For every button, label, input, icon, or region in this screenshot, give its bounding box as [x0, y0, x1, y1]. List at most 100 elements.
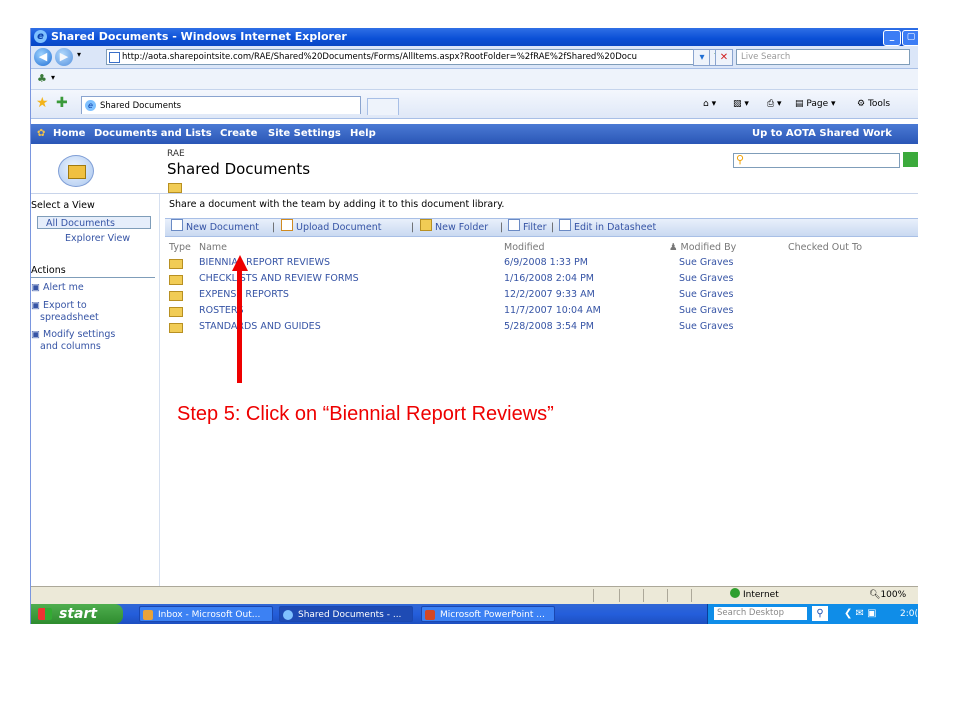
row-modified: 5/28/2008 3:54 PM	[504, 321, 595, 332]
search-go-button[interactable]	[903, 152, 918, 167]
table-row[interactable]: STANDARDS AND GUIDES 5/28/2008 3:54 PM Sue…	[169, 320, 918, 335]
maximize-button[interactable]: ▢	[902, 30, 918, 46]
tools-menu[interactable]: ⚙ Tools	[857, 97, 890, 111]
live-search-input[interactable]: Live Search	[736, 49, 910, 65]
nav-help[interactable]: Help	[350, 124, 376, 144]
action-modify[interactable]: ▣ Modify settings	[31, 329, 115, 340]
export-label-2[interactable]: spreadsheet	[40, 312, 99, 323]
table-row[interactable]: EXPENSE REPORTS 12/2/2007 9:33 AM Sue Grav…	[169, 288, 918, 303]
powerpoint-icon	[425, 610, 435, 620]
address-bar-row: ◀ ▶ ▾ http://aota.sharepointsite.com/RAE…	[31, 46, 918, 69]
row-modified-by[interactable]: Sue Graves	[679, 273, 733, 284]
upload-label: Upload Document	[296, 222, 382, 233]
new-folder-button[interactable]: New Folder	[420, 219, 488, 236]
task-shared-documents[interactable]: Shared Documents - ...	[279, 606, 413, 622]
row-modified: 1/16/2008 2:04 PM	[504, 273, 595, 284]
table-row[interactable]: CHECKLISTS AND REVIEW FORMS 1/16/2008 2:0…	[169, 272, 918, 287]
row-modified: 6/9/2008 1:33 PM	[504, 257, 588, 268]
new-document-icon	[171, 219, 183, 231]
row-modified-by[interactable]: Sue Graves	[679, 257, 733, 268]
table-row[interactable]: ROSTERS 11/7/2007 10:04 AM Sue Graves	[169, 304, 918, 319]
library-logo-icon	[58, 155, 94, 187]
filter-button[interactable]: Filter	[508, 219, 547, 236]
address-input[interactable]: http://aota.sharepointsite.com/RAE/Share…	[106, 49, 707, 65]
status-cell	[667, 589, 668, 602]
annotation-arrow-head	[232, 255, 248, 271]
column-modified-by[interactable]: ♟ Modified By	[669, 242, 736, 253]
page-title: Shared Documents	[167, 160, 311, 178]
browser-window: e Shared Documents - Windows Internet Ex…	[30, 28, 918, 624]
row-name[interactable]: EXPENSE REPORTS	[199, 289, 289, 300]
toolbar-separator: |	[272, 222, 276, 233]
task-inbox[interactable]: Inbox - Microsoft Out...	[139, 606, 273, 622]
row-name[interactable]: STANDARDS AND GUIDES	[199, 321, 321, 332]
new-document-button[interactable]: New Document	[171, 219, 259, 236]
select-view-heading: Select a View	[31, 200, 95, 211]
nav-home[interactable]: Home	[53, 124, 85, 144]
left-nav: Select a View All Documents Explorer Vie…	[31, 194, 160, 590]
column-name[interactable]: Name	[199, 242, 227, 253]
column-type[interactable]: Type	[169, 242, 191, 253]
zoom-level[interactable]: 🔍︎100%	[869, 587, 906, 604]
new-tab-button[interactable]	[367, 98, 399, 115]
start-button[interactable]: start	[31, 604, 123, 624]
row-modified-by[interactable]: Sue Graves	[679, 321, 733, 332]
desktop-search-input[interactable]: Search Desktop	[714, 607, 807, 620]
row-modified: 12/2/2007 9:33 AM	[504, 289, 595, 300]
folder-icon	[169, 275, 183, 285]
view-all-documents[interactable]: All Documents	[37, 216, 151, 229]
action-alert-me[interactable]: ▣ Alert me	[31, 282, 84, 293]
folder-icon	[169, 307, 183, 317]
row-name[interactable]: BIENNIAL REPORT REVIEWS	[199, 257, 330, 268]
edit-datasheet-button[interactable]: Edit in Datasheet	[559, 219, 656, 236]
address-url: http://aota.sharepointsite.com/RAE/Share…	[122, 52, 638, 62]
site-search-input[interactable]: ⚲	[733, 153, 900, 168]
home-icon[interactable]: ⌂ ▾	[703, 97, 716, 111]
globe-icon	[730, 588, 740, 598]
clock: 2:0(	[900, 609, 918, 619]
search-icon: ⚲	[736, 153, 745, 166]
feeds-icon[interactable]: ▧ ▾	[733, 97, 749, 111]
view-explorer[interactable]: Explorer View	[65, 233, 130, 244]
table-row[interactable]: BIENNIAL REPORT REVIEWS 6/9/2008 1:33 PM S…	[169, 256, 918, 271]
filter-label: Filter	[523, 222, 547, 233]
modify-label-2[interactable]: and columns	[40, 341, 101, 352]
row-modified-by[interactable]: Sue Graves	[679, 289, 733, 300]
tray-icons[interactable]: ❮ ✉ ▣	[844, 608, 877, 619]
favorites-star-icon[interactable]: ★	[36, 95, 49, 111]
nav-create[interactable]: Create	[220, 124, 257, 144]
nav-documents-and-lists[interactable]: Documents and Lists	[94, 124, 212, 144]
library-description: Share a document with the team by adding…	[169, 199, 505, 210]
windows-flag-icon	[38, 608, 52, 620]
tab-shared-documents[interactable]: e Shared Documents	[81, 96, 361, 114]
forward-button[interactable]: ▶	[55, 48, 73, 66]
status-bar: Internet 🔍︎100%	[31, 586, 918, 604]
breadcrumb[interactable]: RAE	[167, 149, 185, 159]
column-checked-out[interactable]: Checked Out To	[788, 242, 862, 253]
desktop-search-icon[interactable]: ⚲	[812, 606, 828, 621]
task-powerpoint[interactable]: Microsoft PowerPoint ...	[421, 606, 555, 622]
favorites-icon[interactable]: ♣	[37, 72, 47, 85]
page-menu[interactable]: ▤ Page ▾	[795, 97, 836, 111]
task-shared-label: Shared Documents - ...	[298, 610, 402, 620]
row-modified: 11/7/2007 10:04 AM	[504, 305, 601, 316]
row-name[interactable]: CHECKLISTS AND REVIEW FORMS	[199, 273, 359, 284]
print-icon[interactable]: ⎙ ▾	[767, 97, 782, 111]
back-button[interactable]: ◀	[34, 48, 52, 66]
minimize-button[interactable]: _	[883, 30, 901, 46]
upload-document-button[interactable]: Upload Document	[281, 219, 382, 236]
new-document-label: New Document	[186, 222, 259, 233]
add-favorite-icon[interactable]: ✚	[56, 95, 68, 111]
nav-dropdown-icon[interactable]: ▾	[77, 50, 81, 59]
action-export[interactable]: ▣ Export to	[31, 300, 87, 311]
column-modified[interactable]: Modified	[504, 242, 545, 253]
stop-icon[interactable]: ✕	[715, 49, 733, 66]
status-cell	[619, 589, 620, 602]
actions-heading: Actions	[31, 265, 66, 276]
nav-site-settings[interactable]: Site Settings	[268, 124, 341, 144]
links-dropdown-icon[interactable]: ▾	[51, 73, 55, 82]
edit-datasheet-label: Edit in Datasheet	[574, 222, 657, 233]
row-modified-by[interactable]: Sue Graves	[679, 305, 733, 316]
folder-icon	[169, 323, 183, 333]
status-cell	[643, 589, 644, 602]
